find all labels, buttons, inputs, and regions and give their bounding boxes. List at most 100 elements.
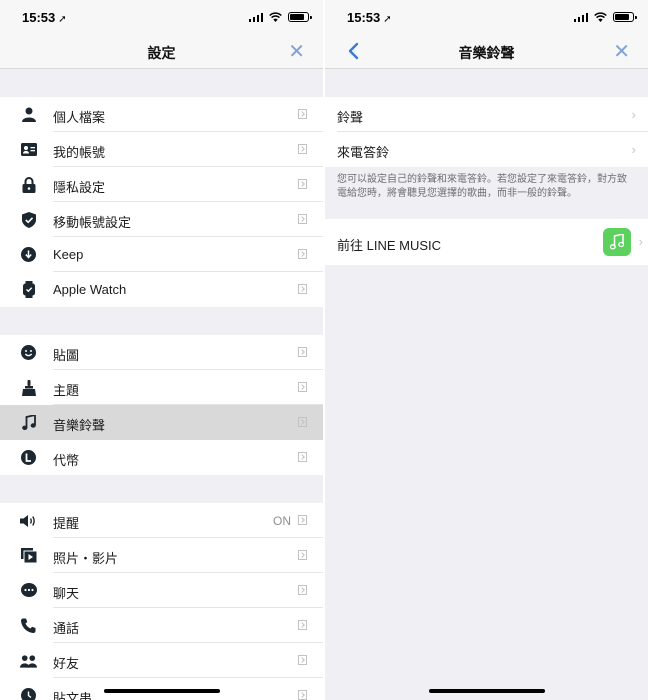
settings-item-label: 好友 bbox=[53, 656, 80, 671]
settings-item-keep[interactable]: Keep bbox=[0, 237, 323, 272]
notification-status: ON bbox=[273, 514, 291, 528]
settings-list: 個人檔案 我的帳號 隱私設定 移動帳號設定 Keep Apple Watch 貼… bbox=[0, 69, 323, 700]
lock-icon bbox=[20, 176, 37, 193]
line-music-app-icon bbox=[603, 228, 631, 256]
chevron-icon bbox=[298, 214, 307, 224]
settings-item-account-transfer[interactable]: 移動帳號設定 bbox=[0, 202, 323, 237]
settings-item-label: 提醒 bbox=[53, 516, 80, 531]
music-note-icon bbox=[20, 414, 37, 431]
status-bar: 15:53 ➚ bbox=[325, 0, 648, 36]
settings-navbar: 設定 ✕ bbox=[0, 36, 323, 69]
settings-item-notifications[interactable]: 提醒 ON bbox=[0, 503, 323, 538]
settings-item-label: 主題 bbox=[53, 383, 80, 398]
settings-item-profile[interactable]: 個人檔案 bbox=[0, 97, 323, 132]
close-icon[interactable]: ✕ bbox=[613, 42, 630, 62]
chevron-icon bbox=[298, 417, 307, 427]
battery-icon bbox=[288, 12, 312, 22]
settings-item-photos-videos[interactable]: 照片・影片 bbox=[0, 538, 323, 573]
settings-item-label: 照片・影片 bbox=[53, 551, 119, 566]
coin-icon bbox=[20, 449, 37, 466]
settings-item-label: Apple Watch bbox=[53, 282, 127, 297]
brush-icon bbox=[20, 379, 37, 396]
settings-item-label: 音樂鈴聲 bbox=[53, 418, 106, 433]
status-time: 15:53 ➚ bbox=[347, 10, 392, 25]
chevron-icon bbox=[298, 690, 307, 700]
settings-item-stickers[interactable]: 貼圖 bbox=[0, 335, 323, 370]
signal-icon bbox=[573, 12, 588, 22]
chevron-icon bbox=[298, 620, 307, 630]
close-icon[interactable]: ✕ bbox=[288, 42, 305, 62]
settings-item-privacy[interactable]: 隱私設定 bbox=[0, 167, 323, 202]
ringback-tone-label: 來電答鈴 bbox=[337, 145, 390, 160]
chevron-icon bbox=[298, 284, 307, 294]
settings-item-calls[interactable]: 通話 bbox=[0, 608, 323, 643]
chevron-icon bbox=[298, 515, 307, 525]
status-icons bbox=[573, 12, 637, 22]
timeline-icon bbox=[20, 687, 37, 700]
home-indicator[interactable] bbox=[104, 689, 220, 693]
chevron-icon bbox=[298, 550, 307, 560]
home-indicator[interactable] bbox=[429, 689, 545, 693]
chevron-right-icon: › bbox=[631, 107, 636, 122]
settings-item-account[interactable]: 我的帳號 bbox=[0, 132, 323, 167]
section-gap bbox=[0, 307, 323, 335]
music-ringtones-panel: 15:53 ➚ 音樂鈴聲 ✕ 鈴聲 › 來電答鈴 › 您可以設定自己的鈴聲和來電答… bbox=[325, 0, 648, 700]
settings-item-apple-watch[interactable]: Apple Watch bbox=[0, 272, 323, 307]
chevron-icon bbox=[298, 144, 307, 154]
smiley-icon bbox=[20, 344, 37, 361]
battery-icon bbox=[613, 12, 637, 22]
speaker-icon bbox=[20, 512, 37, 529]
settings-item-music-ringtones[interactable]: 音樂鈴聲 bbox=[0, 405, 323, 440]
settings-item-chats[interactable]: 聊天 bbox=[0, 573, 323, 608]
settings-item-friends[interactable]: 好友 bbox=[0, 643, 323, 678]
location-arrow-icon: ➚ bbox=[383, 14, 392, 25]
line-music-row[interactable]: 前往 LINE MUSIC › bbox=[325, 219, 648, 265]
status-bar: 15:53 ➚ bbox=[0, 0, 323, 36]
settings-item-label: 通話 bbox=[53, 621, 80, 636]
chevron-icon bbox=[298, 347, 307, 357]
settings-item-label: 貼文串 bbox=[53, 691, 93, 700]
chat-bubble-icon bbox=[20, 582, 37, 599]
wifi-icon bbox=[269, 12, 282, 22]
location-arrow-icon: ➚ bbox=[58, 14, 67, 25]
ringback-tone-row[interactable]: 來電答鈴 › bbox=[325, 132, 648, 167]
ringtones-list: 鈴聲 › 來電答鈴 › 您可以設定自己的鈴聲和來電答鈴。若您設定了來電答鈴，對方… bbox=[325, 69, 648, 265]
chevron-right-icon: › bbox=[638, 234, 643, 249]
status-icons bbox=[248, 12, 312, 22]
settings-item-label: 貼圖 bbox=[53, 348, 80, 363]
status-time-text: 15:53 bbox=[347, 10, 381, 25]
settings-item-label: Keep bbox=[53, 247, 84, 262]
chevron-right-icon: › bbox=[631, 142, 636, 157]
status-time-text: 15:53 bbox=[22, 10, 56, 25]
settings-item-coins[interactable]: 代幣 bbox=[0, 440, 323, 475]
friends-icon bbox=[20, 652, 37, 669]
id-card-icon bbox=[20, 141, 37, 158]
section-gap bbox=[0, 475, 323, 503]
phone-icon bbox=[20, 617, 37, 634]
settings-item-label: 個人檔案 bbox=[53, 110, 106, 125]
chevron-icon bbox=[298, 109, 307, 119]
chevron-icon bbox=[298, 452, 307, 462]
line-music-label: 前往 LINE MUSIC bbox=[337, 238, 442, 253]
page-title: 音樂鈴聲 bbox=[458, 45, 515, 61]
chevron-icon bbox=[298, 655, 307, 665]
page-title: 設定 bbox=[147, 45, 176, 61]
settings-panel: 15:53 ➚ 設定 ✕ 個人檔案 我的帳號 隱私設定 移動帳號設定 Keep … bbox=[0, 0, 323, 700]
chevron-icon bbox=[298, 585, 307, 595]
ringtone-label: 鈴聲 bbox=[337, 110, 364, 125]
chevron-icon bbox=[298, 179, 307, 189]
settings-item-label: 聊天 bbox=[53, 586, 80, 601]
chevron-icon bbox=[298, 249, 307, 259]
signal-icon bbox=[248, 12, 263, 22]
person-icon bbox=[20, 106, 37, 123]
ringtone-description: 您可以設定自己的鈴聲和來電答鈴。若您設定了來電答鈴，對方致電給您時，將會聽見您選… bbox=[337, 174, 627, 199]
ringtone-row[interactable]: 鈴聲 › bbox=[325, 97, 648, 132]
chevron-icon bbox=[298, 382, 307, 392]
settings-item-label: 移動帳號設定 bbox=[53, 215, 132, 230]
settings-item-label: 代幣 bbox=[53, 453, 80, 468]
ringtones-navbar: 音樂鈴聲 ✕ bbox=[325, 36, 648, 69]
shield-check-icon bbox=[20, 211, 37, 228]
settings-item-themes[interactable]: 主題 bbox=[0, 370, 323, 405]
settings-item-label: 我的帳號 bbox=[53, 145, 106, 160]
